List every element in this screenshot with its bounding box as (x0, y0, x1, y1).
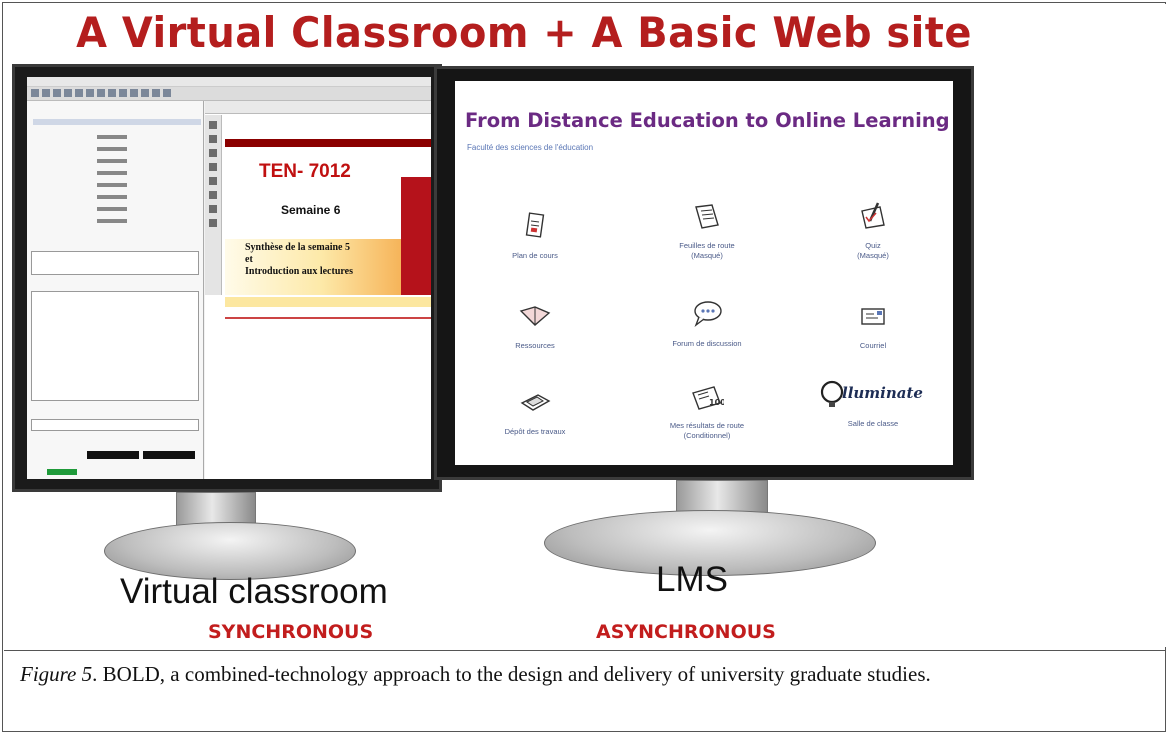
lms-tile-plan-de-cours: Plan de cours (465, 211, 605, 261)
slide-week: Semaine 6 (281, 203, 341, 217)
lms-tile-courriel: Courriel (803, 301, 943, 351)
virtual-classroom-screen: TEN- 7012 Semaine 6 Synthèse de la semai… (27, 77, 431, 479)
lms-monitor: From Distance Education to Online Learni… (434, 66, 974, 480)
quiz-pencil-icon (861, 202, 885, 229)
illuminate-logo-icon: lluminate (820, 380, 923, 407)
lms-tile-forum: Forum de discussion (637, 299, 777, 349)
figure-image: A Virtual Classroom + A Basic Web site T… (4, 4, 1166, 647)
toolbar (27, 87, 431, 101)
lms-tile-ressources: Ressources (465, 301, 605, 351)
virtual-classroom-label: Virtual classroom (120, 572, 388, 611)
audio-level-bar (143, 451, 195, 459)
caption-divider (4, 650, 1166, 651)
participants-header (33, 119, 201, 125)
tray-icon (520, 394, 551, 411)
whiteboard-header (205, 101, 431, 114)
figure-headline: A Virtual Classroom + A Basic Web site (76, 8, 972, 57)
caption-text: . BOLD, a combined-technology approach t… (92, 662, 931, 686)
lms-label: LMS (656, 560, 728, 599)
lms-tile-quiz: Quiz (Masqué) (803, 201, 943, 261)
lms-tile-depot: Dépôt des travaux (465, 387, 605, 437)
status-indicator (47, 469, 77, 475)
lms-screen: From Distance Education to Online Learni… (455, 81, 953, 465)
scroll-icon (695, 204, 719, 229)
open-book-icon (519, 306, 551, 326)
grade-icon: 100 (692, 386, 724, 410)
lms-tile-resultats: 100 Mes résultats de route (Conditionnel… (637, 381, 777, 441)
mail-icon (861, 308, 885, 325)
virtual-classroom-monitor: TEN- 7012 Semaine 6 Synthèse de la semai… (12, 64, 442, 492)
lms-tile-feuilles-de-route: Feuilles de route (Masqué) (637, 201, 777, 261)
whiteboard: TEN- 7012 Semaine 6 Synthèse de la semai… (205, 101, 431, 479)
figure-caption: Figure 5. BOLD, a combined-technology ap… (20, 658, 1160, 690)
figure-number: Figure 5 (20, 662, 93, 686)
presentation-slide: TEN- 7012 Semaine 6 Synthèse de la semai… (225, 139, 431, 329)
lms-title: From Distance Education to Online Learni… (465, 109, 950, 132)
document-icon (525, 212, 545, 238)
speech-bubble-icon (694, 301, 722, 327)
chat-input (31, 419, 199, 431)
whiteboard-tools (205, 115, 222, 295)
controls-box (31, 251, 199, 275)
slide-body: Synthèse de la semaine 5 et Introduction… (245, 242, 353, 277)
chat-box (31, 291, 199, 401)
asynchronous-label: ASYNCHRONOUS (596, 621, 776, 643)
lms-subtitle: Faculté des sciences de l'éducation (467, 143, 594, 152)
menu-bar (27, 77, 431, 87)
synchronous-label: SYNCHRONOUS (208, 621, 374, 643)
slide-course-code: TEN- 7012 (259, 161, 351, 182)
lms-tile-salle-de-classe: lluminate Salle de classe (803, 379, 943, 429)
svg-text:lluminate: lluminate (842, 384, 923, 402)
participants-panel (27, 101, 204, 479)
audio-level-bar (87, 451, 139, 459)
svg-text:100: 100 (709, 398, 724, 407)
